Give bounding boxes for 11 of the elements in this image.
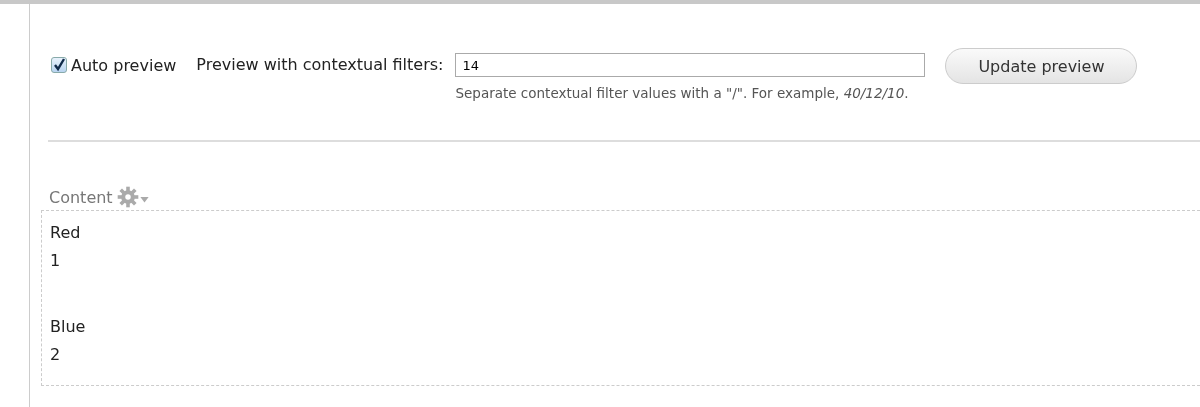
content-title: Content: [49, 187, 113, 207]
filters-input-field[interactable]: 14: [455, 53, 926, 77]
row-value: 1: [50, 250, 62, 272]
row-value: 2: [50, 344, 62, 366]
help-text: Separate contextual filter values with a "/". For example, 40/12/10.: [455, 85, 910, 101]
row-label: Red: [50, 222, 82, 244]
checkbox[interactable]: [51, 57, 67, 73]
auto-preview-checkbox[interactable]: Auto preview: [51, 48, 177, 82]
update-preview-button[interactable]: Update preview: [945, 48, 1138, 84]
filters-label: Preview with contextual filters:: [196, 54, 444, 76]
row-label: Blue: [50, 316, 87, 338]
